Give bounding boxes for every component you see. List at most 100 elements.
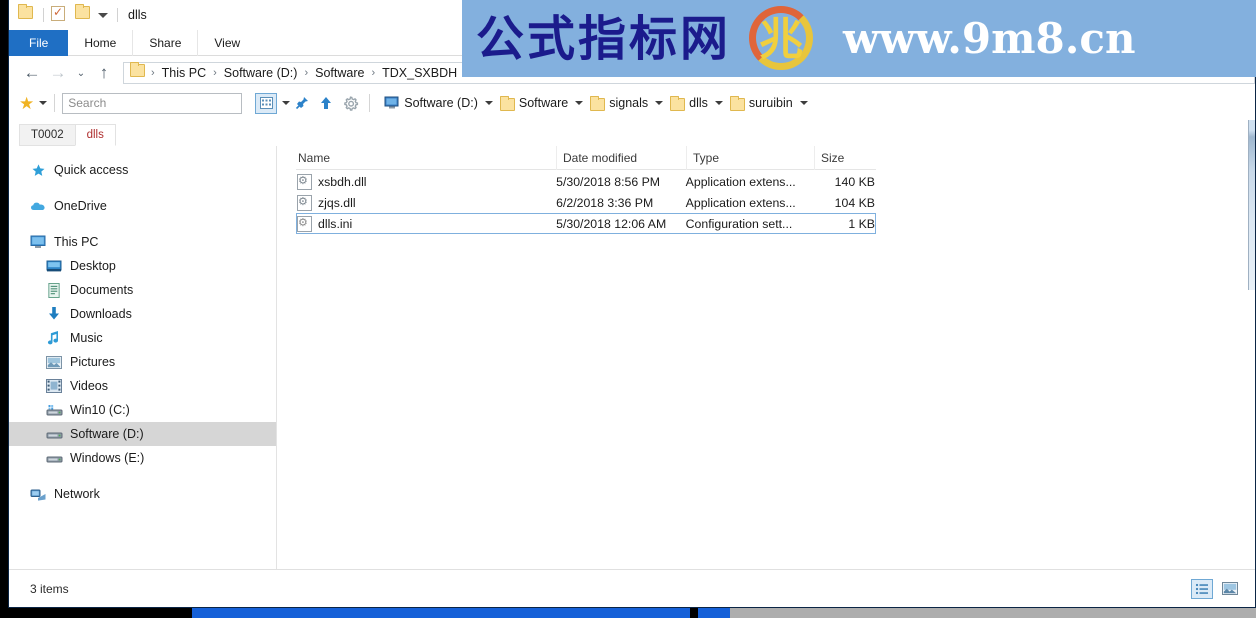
cloud-icon: [29, 197, 47, 215]
sidebar-item-label: Windows (E:): [70, 451, 145, 465]
folder-icon[interactable]: [18, 4, 36, 24]
computer-icon: [384, 96, 399, 109]
watermark-logo: 兆: [745, 3, 817, 75]
breadcrumb-software-d[interactable]: Software (D:): [219, 66, 303, 80]
vertical-scrollbar[interactable]: [1248, 120, 1255, 290]
file-name: xsbdh.dll: [318, 174, 367, 189]
new-folder-icon[interactable]: [75, 4, 93, 24]
sidebar-item-windows-e[interactable]: Windows (E:): [9, 446, 276, 470]
pictures-icon: [45, 353, 63, 371]
sidebar-item-downloads[interactable]: Downloads: [9, 302, 276, 326]
breadcrumb-software[interactable]: Software: [310, 66, 369, 80]
breadcrumb-this-pc[interactable]: This PC: [157, 66, 211, 80]
sidebar-item-software-d[interactable]: Software (D:): [9, 422, 276, 446]
folder-label: Software: [518, 96, 569, 110]
tab-file[interactable]: File: [9, 30, 69, 56]
status-bar: 3 items: [9, 569, 1255, 607]
search-input[interactable]: Search: [62, 92, 243, 114]
view-dropdown-icon[interactable]: [282, 101, 291, 105]
dll-icon: [297, 194, 312, 211]
file-type: Application extens...: [685, 195, 796, 210]
sort-ascending-icon: ⌃: [688, 146, 698, 153]
sidebar-item-label: Network: [54, 487, 100, 501]
forward-icon[interactable]: →: [45, 60, 71, 86]
column-headers: Name Date modified Type Size ⌃: [296, 146, 876, 170]
column-header-date-modified[interactable]: Date modified: [556, 146, 686, 170]
file-size: 140 KB: [834, 174, 875, 189]
column-header-size[interactable]: Size: [814, 146, 876, 170]
pin-icon[interactable]: [290, 92, 314, 114]
sidebar-item-network[interactable]: Network: [9, 482, 276, 506]
properties-icon[interactable]: [51, 5, 69, 24]
divider: [43, 8, 44, 22]
drive-item-software[interactable]: Software: [499, 95, 584, 111]
details-view-button[interactable]: [1191, 578, 1213, 599]
chevron-down-icon[interactable]: [655, 101, 664, 105]
sidebar-item-quick-access[interactable]: Quick access: [9, 158, 276, 182]
sidebar-item-label: This PC: [54, 235, 99, 249]
table-row[interactable]: xsbdh.dll 5/30/2018 8:56 PM Application …: [296, 171, 876, 192]
folder-label: dlls: [689, 96, 708, 110]
drive-icon: [45, 425, 63, 443]
folder-tab-strip: T0002 dlls: [9, 120, 1255, 146]
sidebar-item-label: Software (D:): [70, 427, 144, 441]
breadcrumb-tdx-sxbdh[interactable]: TDX_SXBDH: [377, 66, 462, 80]
file-rows: xsbdh.dll 5/30/2018 8:56 PM Application …: [296, 171, 876, 234]
videos-icon: [45, 377, 63, 395]
up-icon[interactable]: ↑: [91, 60, 117, 86]
watermark-url-text: www.9m8.cn: [843, 13, 1136, 63]
window-title: dlls: [128, 8, 147, 22]
sidebar-item-label: Music: [70, 331, 103, 345]
large-icons-view-button[interactable]: [1219, 579, 1241, 599]
folder-tab-t0002[interactable]: T0002: [19, 124, 76, 146]
taskbar: [0, 608, 1256, 618]
sidebar-item-desktop[interactable]: Desktop: [9, 254, 276, 278]
view-mode-button[interactable]: [255, 92, 278, 114]
sidebar-item-label: Desktop: [70, 259, 116, 273]
drive-item-dlls[interactable]: dlls: [670, 95, 723, 111]
ini-icon: [297, 215, 312, 232]
tab-view[interactable]: View: [198, 30, 256, 56]
favorites-star-icon[interactable]: ★: [19, 95, 34, 112]
folder-label: suruibin: [748, 96, 793, 110]
music-icon: [45, 329, 63, 347]
column-header-type[interactable]: Type: [686, 146, 814, 170]
table-row[interactable]: dlls.ini 5/30/2018 12:06 AM Configuratio…: [296, 213, 876, 234]
sidebar-item-music[interactable]: Music: [9, 326, 276, 350]
file-type: Application extens...: [685, 174, 796, 189]
file-date-modified: 5/30/2018 8:56 PM: [556, 174, 661, 189]
view-toggle-group: [1185, 578, 1241, 599]
documents-icon: [45, 281, 63, 299]
sidebar-item-videos[interactable]: Videos: [9, 374, 276, 398]
chevron-down-icon[interactable]: [484, 101, 493, 105]
sidebar-item-label: Pictures: [70, 355, 116, 369]
sidebar-item-win10-c[interactable]: Win10 (C:): [9, 398, 276, 422]
drive-item-signals[interactable]: signals: [590, 95, 664, 111]
folder-tab-dlls[interactable]: dlls: [74, 124, 116, 146]
chevron-down-icon[interactable]: [799, 101, 808, 105]
table-row[interactable]: zjqs.dll 6/2/2018 3:36 PM Application ex…: [296, 192, 876, 213]
favorites-dropdown-icon[interactable]: [39, 101, 48, 105]
column-header-name[interactable]: Name: [296, 146, 556, 170]
drive-item-software-d[interactable]: Software (D:): [384, 96, 493, 110]
up-arrow-icon[interactable]: [314, 92, 338, 114]
chevron-down-icon[interactable]: [714, 101, 723, 105]
gear-icon[interactable]: [338, 92, 362, 114]
sidebar-item-this-pc[interactable]: This PC: [9, 230, 276, 254]
history-dropdown-icon[interactable]: ⌄: [71, 60, 91, 86]
tab-home[interactable]: Home: [68, 30, 132, 56]
file-size: 1 KB: [848, 216, 875, 231]
sidebar-item-onedrive[interactable]: OneDrive: [9, 194, 276, 218]
sidebar-item-documents[interactable]: Documents: [9, 278, 276, 302]
drive-item-suruibin[interactable]: suruibin: [729, 95, 808, 111]
tab-share[interactable]: Share: [132, 30, 199, 56]
back-icon[interactable]: ←: [19, 60, 45, 86]
watermark-chinese-text: 公式指标网: [476, 10, 732, 67]
logo-glyph: 兆: [759, 13, 804, 65]
taskbar-segment: [698, 608, 730, 618]
sidebar-item-label: Documents: [70, 283, 134, 297]
chevron-down-icon[interactable]: [575, 101, 584, 105]
chevron-down-icon[interactable]: [98, 12, 108, 18]
sidebar-item-pictures[interactable]: Pictures: [9, 350, 276, 374]
drive-label: Software (D:): [404, 96, 478, 110]
